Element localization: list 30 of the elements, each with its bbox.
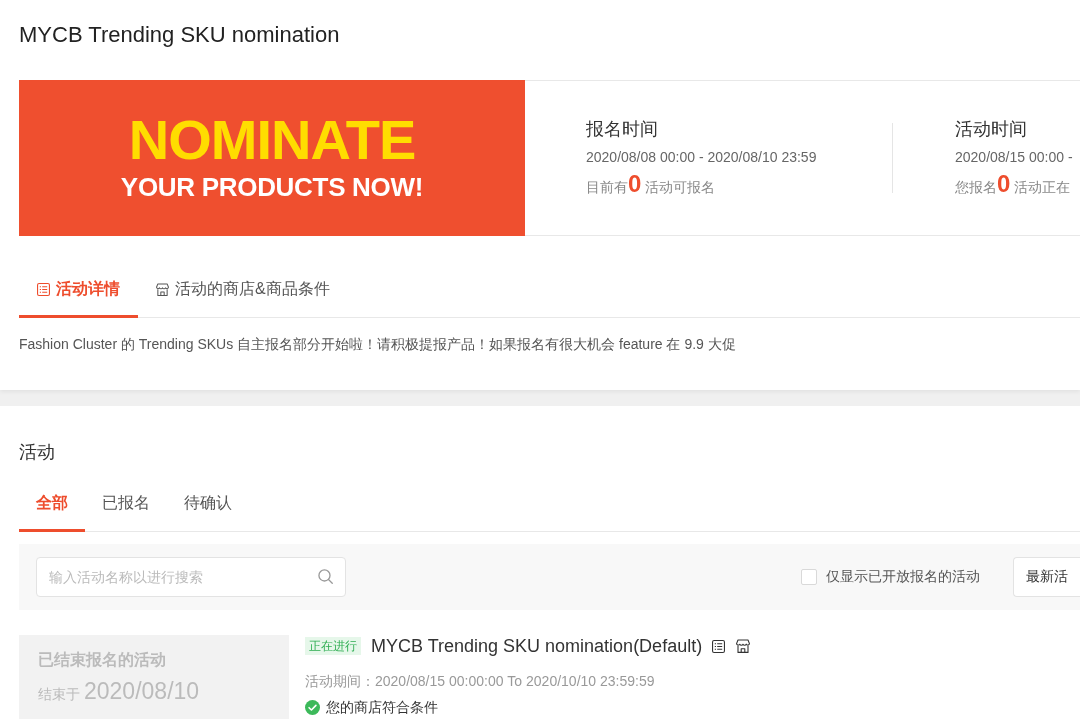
banner-headline: NOMINATE: [128, 115, 416, 165]
shop-icon: [736, 639, 751, 653]
shop-icon: [156, 282, 169, 296]
info-heading: 报名时间: [586, 117, 659, 141]
search-field[interactable]: 输入活动名称以进行搜索: [36, 557, 346, 597]
page-title: MYCB Trending SKU nomination: [19, 21, 341, 48]
activity-period: 活动期间：2020/08/15 00:00:00 To 2020/10/10 23:59:59: [305, 672, 656, 691]
section-heading: 活动: [19, 441, 56, 464]
info-heading: 活动时间: [955, 117, 1028, 141]
tab[interactable]: 待确认: [167, 474, 249, 532]
activity-name[interactable]: MYCB Trending SKU nomination(Default): [371, 635, 703, 657]
list-icon: [37, 282, 50, 296]
check-circle-icon: [305, 699, 320, 715]
search-icon[interactable]: [318, 569, 333, 584]
count-text: 目前有0 活动可报名: [586, 170, 717, 199]
tab[interactable]: 已报名: [85, 474, 167, 532]
banner-tagline: YOUR PRODUCTS NOW!: [120, 173, 424, 201]
eligibility-text: 您的商店符合条件: [326, 698, 438, 717]
count-text: 您报名0 活动正在: [955, 170, 1072, 199]
tab[interactable]: 活动详情: [19, 260, 138, 318]
tab[interactable]: 全部: [19, 474, 85, 532]
tab[interactable]: 活动的商店&商品条件: [138, 260, 348, 318]
date-range: 2020/08/08 00:00 - 2020/08/10 23:59: [586, 147, 818, 167]
description-text: Fashion Cluster 的 Trending SKUs 自主报名部分开始啦！请积极提报产品！如果报名有很大机会 feature 在 9.9 大促: [19, 335, 737, 354]
checkbox-label: 仅显示已开放报名的活动: [826, 568, 980, 586]
sort-dropdown[interactable]: 最新活: [1013, 557, 1080, 597]
list-icon: [712, 639, 726, 653]
status-tag: 正在进行: [305, 637, 361, 655]
date-range: 2020/08/15 00:00 -: [955, 147, 1073, 167]
checkbox[interactable]: [801, 569, 817, 585]
